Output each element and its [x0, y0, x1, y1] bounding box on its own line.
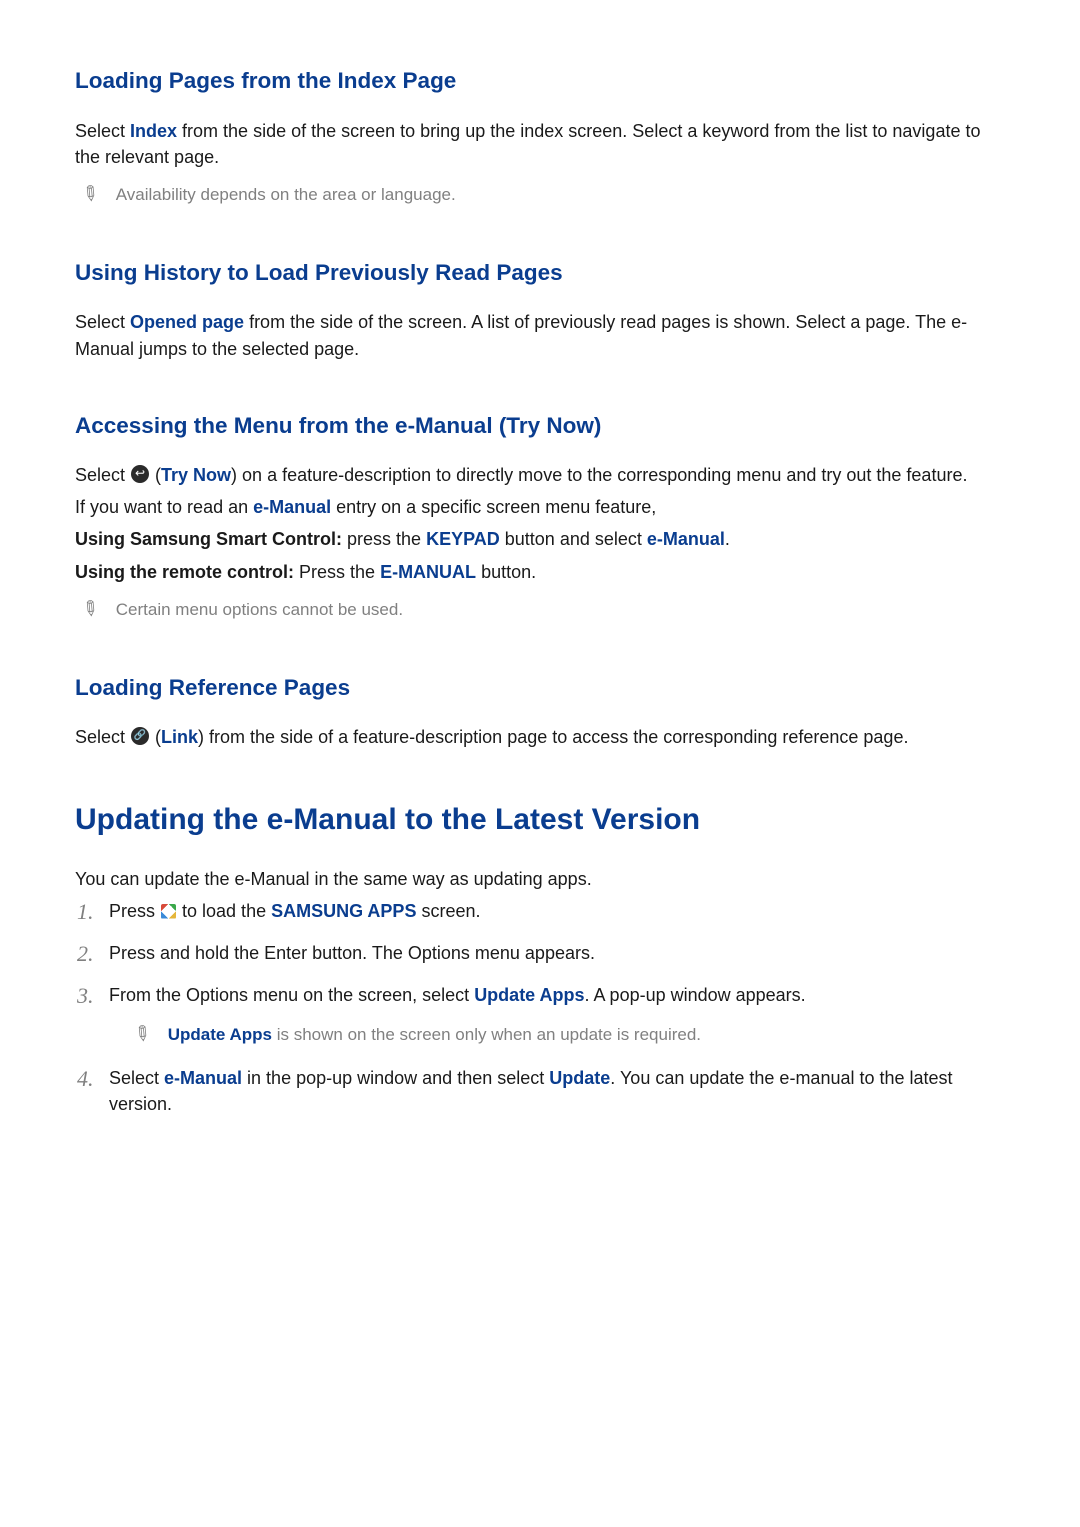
keyword-e-manual: e-Manual [164, 1068, 242, 1088]
intro-text: You can update the e-Manual in the same … [75, 866, 1010, 892]
link-icon [131, 727, 149, 745]
text: button. [476, 562, 536, 582]
step-1: Press to load the SAMSUNG APPS screen. [75, 898, 1010, 924]
note: ✎ Certain menu options cannot be used. [81, 595, 1010, 624]
text: from the side of the screen to bring up … [75, 121, 980, 167]
text: Select [75, 465, 130, 485]
keyword-e-manual-button: E-MANUAL [380, 562, 476, 582]
smart-hub-icon [161, 904, 176, 919]
section-history: Using History to Load Previously Read Pa… [75, 257, 1010, 362]
heading-index: Loading Pages from the Index Page [75, 65, 1010, 98]
note-body: Update Apps is shown on the screen only … [168, 1023, 701, 1048]
note-icon: ✎ [126, 1018, 157, 1051]
note-icon: ✎ [74, 593, 105, 626]
keyword-update-apps: Update Apps [474, 985, 584, 1005]
text: ) on a feature-description to directly m… [231, 465, 967, 485]
heading-try-now: Accessing the Menu from the e-Manual (Tr… [75, 410, 1010, 443]
step-4: Select e-Manual in the pop-up window and… [75, 1065, 1010, 1117]
paragraph: If you want to read an e-Manual entry on… [75, 494, 1010, 520]
paragraph: Select Opened page from the side of the … [75, 309, 1010, 361]
text: If you want to read an [75, 497, 253, 517]
label-remote-control: Using the remote control: [75, 562, 294, 582]
note-text: Availability depends on the area or lang… [116, 183, 456, 208]
text: Press and hold the Enter button. The Opt… [109, 943, 595, 963]
keyword-keypad: KEYPAD [426, 529, 500, 549]
text: Press [109, 901, 160, 921]
text: screen. [416, 901, 480, 921]
text: . [725, 529, 730, 549]
text: button and select [500, 529, 647, 549]
label-smart-control: Using Samsung Smart Control: [75, 529, 342, 549]
keyword-samsung-apps: SAMSUNG APPS [271, 901, 416, 921]
note: ✎ Update Apps is shown on the screen onl… [133, 1020, 1010, 1049]
keyword-e-manual: e-Manual [647, 529, 725, 549]
section-loading-index: Loading Pages from the Index Page Select… [75, 65, 1010, 209]
keyword-opened-page: Opened page [130, 312, 244, 332]
heading-updating: Updating the e-Manual to the Latest Vers… [75, 798, 1010, 842]
keyword-index: Index [130, 121, 177, 141]
keyword-update: Update [549, 1068, 610, 1088]
note-keyword: Update Apps [168, 1025, 272, 1044]
paragraph: Using Samsung Smart Control: press the K… [75, 526, 1010, 552]
enter-icon [131, 465, 149, 483]
text: to load the [177, 901, 271, 921]
text: Select [109, 1068, 164, 1088]
text: in the pop-up window and then select [242, 1068, 549, 1088]
step-3: From the Options menu on the screen, sel… [75, 982, 1010, 1049]
text: . A pop-up window appears. [585, 985, 806, 1005]
heading-history: Using History to Load Previously Read Pa… [75, 257, 1010, 290]
paragraph: Using the remote control: Press the E-MA… [75, 559, 1010, 585]
section-try-now: Accessing the Menu from the e-Manual (Tr… [75, 410, 1010, 624]
text: Select [75, 312, 130, 332]
paragraph: Select Index from the side of the screen… [75, 118, 1010, 170]
text: ) from the side of a feature-description… [198, 727, 908, 747]
note-icon: ✎ [74, 178, 105, 211]
note-text: Certain menu options cannot be used. [116, 598, 403, 623]
text: entry on a specific screen menu feature, [331, 497, 656, 517]
heading-reference: Loading Reference Pages [75, 672, 1010, 705]
keyword-e-manual: e-Manual [253, 497, 331, 517]
note-text: is shown on the screen only when an upda… [272, 1025, 701, 1044]
text: press the [342, 529, 426, 549]
step-2: Press and hold the Enter button. The Opt… [75, 940, 1010, 966]
steps-list: Press to load the SAMSUNG APPS screen. P… [75, 898, 1010, 1117]
text: Select [75, 727, 130, 747]
text: Press the [294, 562, 380, 582]
note: ✎ Availability depends on the area or la… [81, 180, 1010, 209]
paragraph: Select (Try Now) on a feature-descriptio… [75, 462, 1010, 488]
keyword-try-now: Try Now [161, 465, 231, 485]
section-reference: Loading Reference Pages Select (Link) fr… [75, 672, 1010, 751]
text: ( [150, 727, 161, 747]
keyword-link: Link [161, 727, 198, 747]
text: Select [75, 121, 130, 141]
text: From the Options menu on the screen, sel… [109, 985, 474, 1005]
paragraph: Select (Link) from the side of a feature… [75, 724, 1010, 750]
text: ( [150, 465, 161, 485]
